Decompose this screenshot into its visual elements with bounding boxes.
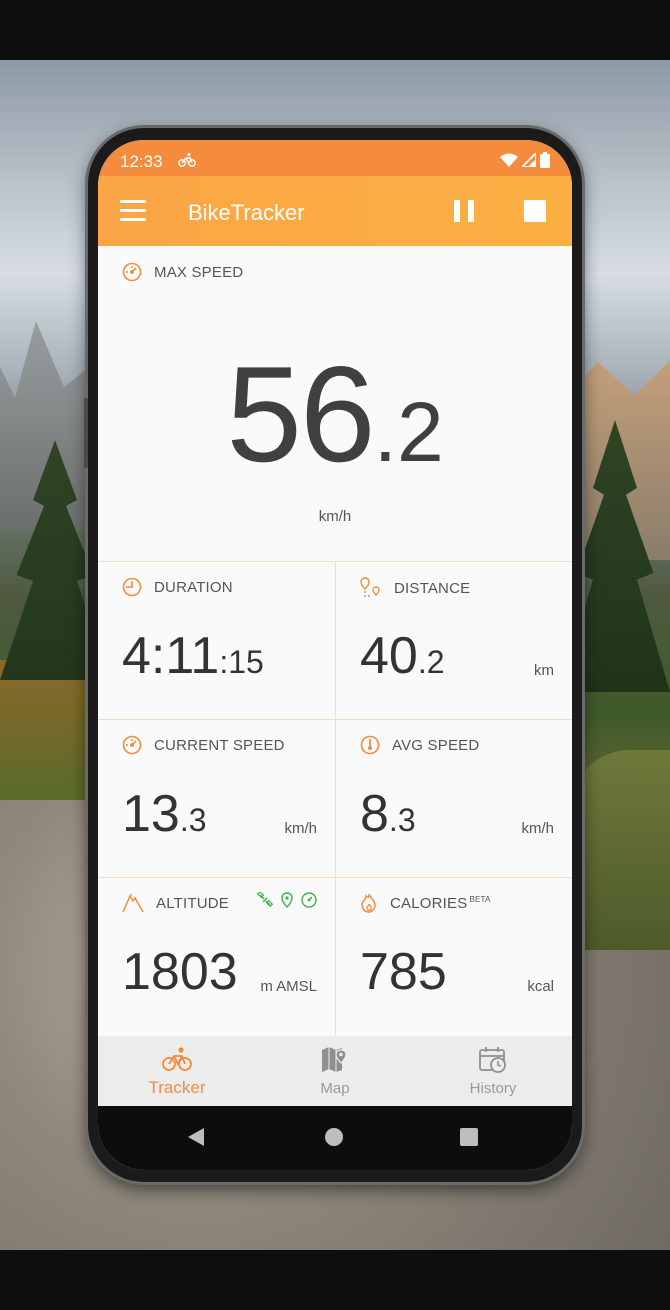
distance-cell: DISTANCE 40.2 km [335,562,572,720]
wifi-icon [500,153,518,167]
signal-icon [522,153,536,167]
bike-icon [178,152,196,167]
calendar-history-icon [479,1047,506,1073]
duration-dec: :15 [219,644,264,680]
current-speed-unit: km/h [284,820,317,837]
altitude-label: ALTITUDE [156,894,229,912]
distance-header: DISTANCE [360,577,470,599]
recent-apps-icon[interactable] [460,1128,478,1146]
max-speed-dec: .2 [373,385,444,479]
current-speed-value: 13.3 [122,784,207,844]
avg-speed-header: AVG SPEED [360,735,479,755]
speedometer-icon [122,262,142,282]
phone-screen: 12:33 BikeTracker MAX SPEED 56.2 km/h DU… [98,140,572,1170]
app-bar: BikeTracker [98,176,572,246]
current-speed-label: CURRENT SPEED [154,736,285,754]
home-icon[interactable] [325,1128,343,1146]
satellite-icon [257,892,273,908]
status-time: 12:33 [120,152,163,171]
calories-int: 785 [360,943,447,1001]
distance-int: 40 [360,627,418,685]
altitude-unit: m AMSL [260,978,317,995]
calories-header: CALORIES BETA [360,893,491,913]
distance-value: 40.2 [360,626,445,686]
avg-speed-dec: .3 [388,802,416,838]
duration-header: DURATION [122,577,233,597]
duration-value: 4:11:15 [122,626,264,686]
calories-unit: kcal [527,978,554,995]
altitude-value: 1803 [122,942,238,1002]
status-bar: 12:33 [98,140,572,176]
nav-history-label: History [469,1080,517,1097]
compass-icon [301,892,317,908]
nav-map[interactable]: Map [256,1036,414,1106]
avg-speed-int: 8 [360,785,389,843]
route-pins-icon [360,577,380,597]
calories-label: CALORIES BETA [390,895,491,912]
map-icon [322,1047,347,1072]
app-title: BikeTracker [188,200,305,225]
distance-unit: km [534,662,554,679]
altitude-int: 1803 [122,943,238,1001]
speedometer-icon [122,735,142,755]
nav-tracker-label: Tracker [148,1078,206,1097]
current-speed-cell: CURRENT SPEED 13.3 km/h [98,720,335,878]
avg-speed-value: 8.3 [360,784,416,844]
distance-dec: .2 [417,644,445,680]
calories-value: 785 [360,942,447,1002]
max-speed-label: MAX SPEED [154,263,244,281]
calories-cell: CALORIES BETA 785 kcal [335,878,572,1036]
max-speed-panel: MAX SPEED 56.2 km/h [98,246,572,562]
status-icons [500,152,550,168]
phone-device: 12:33 BikeTracker MAX SPEED 56.2 km/h DU… [84,128,582,1182]
altitude-cell: ALTITUDE 1803 m AMSL [98,878,335,1036]
altitude-header: ALTITUDE [122,893,229,913]
battery-icon [540,152,550,168]
avg-speed-label: AVG SPEED [392,736,480,754]
duration-cell: DURATION 4:11:15 [98,562,335,720]
beta-badge: BETA [469,894,491,904]
duration-int: 4:11 [122,627,220,685]
clock-icon [122,577,142,597]
system-nav-bar [98,1106,572,1170]
stop-button[interactable] [524,200,546,222]
current-speed-dec: .3 [179,802,207,838]
nav-tracker[interactable]: Tracker [98,1036,256,1106]
menu-icon[interactable] [120,200,146,222]
max-speed-header: MAX SPEED [122,262,243,282]
location-pin-icon [281,892,293,908]
max-speed-unit: km/h [318,508,352,525]
current-speed-header: CURRENT SPEED [122,735,285,755]
flame-icon [361,893,376,913]
nav-history[interactable]: History [414,1036,572,1106]
avg-speed-unit: km/h [521,820,554,837]
current-speed-int: 13 [122,785,180,843]
bottom-nav: Tracker Map History [98,1036,572,1106]
distance-label: DISTANCE [394,579,471,597]
grass-right [570,750,670,950]
phone-side-button [84,398,88,468]
nav-map-label: Map [320,1080,350,1097]
grass-left [0,660,100,800]
duration-label: DURATION [154,578,233,596]
back-icon[interactable] [188,1128,204,1146]
avg-speedometer-icon [360,735,380,755]
gps-status-icons [257,892,317,908]
mountain-icon [122,893,144,913]
max-speed-value: 56.2 [98,336,572,492]
bike-icon [162,1047,192,1071]
calories-label-text: CALORIES [390,894,468,912]
max-speed-int: 56 [226,338,375,490]
screenshot-frame: 12:33 BikeTracker MAX SPEED 56.2 km/h DU… [0,0,670,1310]
avg-speed-cell: AVG SPEED 8.3 km/h [335,720,572,878]
pause-button[interactable] [454,200,476,222]
